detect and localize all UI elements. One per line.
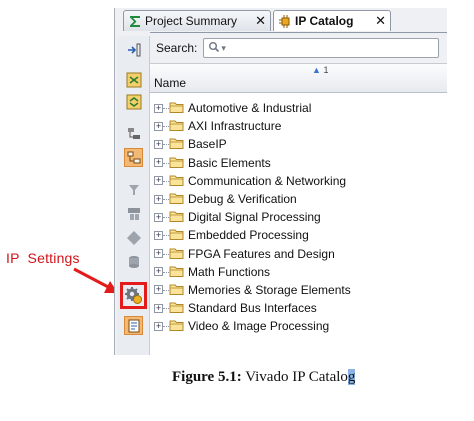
tree-item-label: Embedded Processing [188, 228, 309, 243]
tree-item-label: Video & Image Processing [188, 319, 330, 334]
ip-catalog-tree: + Automotive & Industrial + AXI Infrastruct… [150, 99, 447, 335]
expand-icon[interactable]: + [154, 176, 163, 186]
tree-item[interactable]: + Video & Image Processing [150, 317, 447, 335]
expand-icon[interactable]: + [154, 158, 163, 168]
close-icon[interactable]: ✕ [255, 13, 266, 29]
tree-item[interactable]: + Memories & Storage Elements [150, 281, 447, 299]
tab-project-summary-label: Project Summary [145, 14, 238, 28]
expand-icon[interactable]: + [154, 267, 163, 277]
folder-icon [169, 320, 184, 332]
search-icon [208, 41, 220, 56]
hierarchy-icon[interactable] [124, 124, 143, 143]
tree-item-label: Basic Elements [188, 155, 271, 170]
expand-icon[interactable]: + [154, 285, 163, 295]
tree-item-label: Digital Signal Processing [188, 210, 321, 225]
tab-bar: Project Summary ✕ IP Catalog ✕ [123, 10, 447, 32]
expand-panel-icon[interactable] [124, 40, 143, 59]
expand-icon[interactable]: + [154, 194, 163, 204]
filter-icon[interactable] [124, 180, 143, 199]
expand-icon[interactable]: + [154, 303, 163, 313]
tree-item[interactable]: + BaseIP [150, 135, 447, 153]
expand-icon[interactable]: + [154, 139, 163, 149]
collapse-all-icon[interactable] [124, 70, 143, 89]
column-header-name[interactable]: Name [154, 76, 186, 90]
ip-chip-icon [278, 14, 292, 28]
tree-item[interactable]: + Automotive & Industrial [150, 99, 447, 117]
tree-item[interactable]: + Communication & Networking [150, 172, 447, 190]
tree-item-label: BaseIP [188, 137, 227, 152]
tree-item-label: Memories & Storage Elements [188, 282, 351, 297]
tree-item[interactable]: + Standard Bus Interfaces [150, 299, 447, 317]
tab-project-summary[interactable]: Project Summary ✕ [123, 10, 271, 31]
folder-icon [169, 211, 184, 223]
ip-catalog-pane: Search: ▾ ▲ 1 Name + Automotive & Industr… [150, 32, 447, 355]
show-tree-icon[interactable] [124, 148, 143, 167]
tab-ip-catalog-label: IP Catalog [295, 14, 354, 28]
tree-item-label: Communication & Networking [188, 173, 347, 188]
expand-icon[interactable]: + [154, 321, 163, 331]
ip-settings-button[interactable] [120, 282, 147, 309]
tree-item[interactable]: + AXI Infrastructure [150, 117, 447, 135]
group-by-icon[interactable] [124, 204, 143, 223]
screenshot-stage: IP Settings Project Summary ✕ IP Catalog… [0, 0, 474, 421]
tree-item[interactable]: + Embedded Processing [150, 226, 447, 244]
folder-icon [169, 229, 184, 241]
expand-all-icon[interactable] [124, 92, 143, 111]
expand-icon[interactable]: + [154, 230, 163, 240]
table-header[interactable]: ▲ 1 Name [150, 63, 447, 93]
tree-item[interactable]: + Digital Signal Processing [150, 208, 447, 226]
folder-icon [169, 157, 184, 168]
diamond-icon[interactable] [124, 228, 143, 247]
tree-item-label: Math Functions [188, 264, 271, 279]
tree-item-label: AXI Infrastructure [188, 119, 282, 134]
expand-icon[interactable]: + [154, 249, 163, 259]
figure-number: Figure 5.1: [172, 369, 242, 385]
figure-caption: Figure 5.1: Vivado IP Catalog [172, 369, 356, 386]
gear-icon [125, 287, 142, 304]
tree-item-label: Standard Bus Interfaces [188, 301, 317, 316]
folder-icon [169, 302, 184, 314]
sort-indicator: ▲ 1 [312, 65, 328, 75]
caption-text: Vivado IP Catalo [241, 369, 348, 385]
tree-item[interactable]: + Debug & Verification [150, 190, 447, 208]
tree-item[interactable]: + FPGA Features and Design [150, 245, 447, 263]
sort-arrow-icon: ▲ [312, 65, 321, 75]
tree-item-label: Debug & Verification [188, 192, 297, 207]
folder-icon [169, 175, 184, 186]
folder-icon [169, 248, 184, 259]
ip-settings-annotation: IP Settings [6, 250, 80, 266]
folder-icon [169, 266, 184, 277]
tab-ip-catalog[interactable]: IP Catalog ✕ [273, 10, 391, 31]
tree-item[interactable]: + Math Functions [150, 263, 447, 281]
vertical-toolbar [117, 36, 150, 355]
search-row: Search: ▾ [150, 33, 447, 63]
folder-icon [169, 102, 184, 113]
database-icon[interactable] [124, 252, 143, 271]
sort-order: 1 [323, 65, 329, 75]
report-icon[interactable] [124, 316, 143, 335]
tree-item[interactable]: + Basic Elements [150, 154, 447, 172]
folder-icon [169, 138, 184, 150]
search-dropdown-icon[interactable]: ▾ [221, 43, 226, 54]
sigma-icon [128, 14, 142, 28]
folder-icon [169, 120, 184, 132]
expand-icon[interactable]: + [154, 103, 163, 113]
close-icon[interactable]: ✕ [375, 13, 386, 29]
folder-icon [169, 193, 184, 204]
ide-window: Project Summary ✕ IP Catalog ✕ Search: ▾… [114, 8, 447, 355]
tree-item-label: FPGA Features and Design [188, 246, 335, 261]
tree-item-label: Automotive & Industrial [188, 101, 312, 116]
expand-icon[interactable]: + [154, 212, 163, 222]
search-label: Search: [156, 41, 198, 55]
expand-icon[interactable]: + [154, 121, 163, 131]
caption-last-letter: g [347, 369, 356, 385]
folder-icon [169, 284, 184, 295]
search-input[interactable]: ▾ [203, 38, 440, 58]
